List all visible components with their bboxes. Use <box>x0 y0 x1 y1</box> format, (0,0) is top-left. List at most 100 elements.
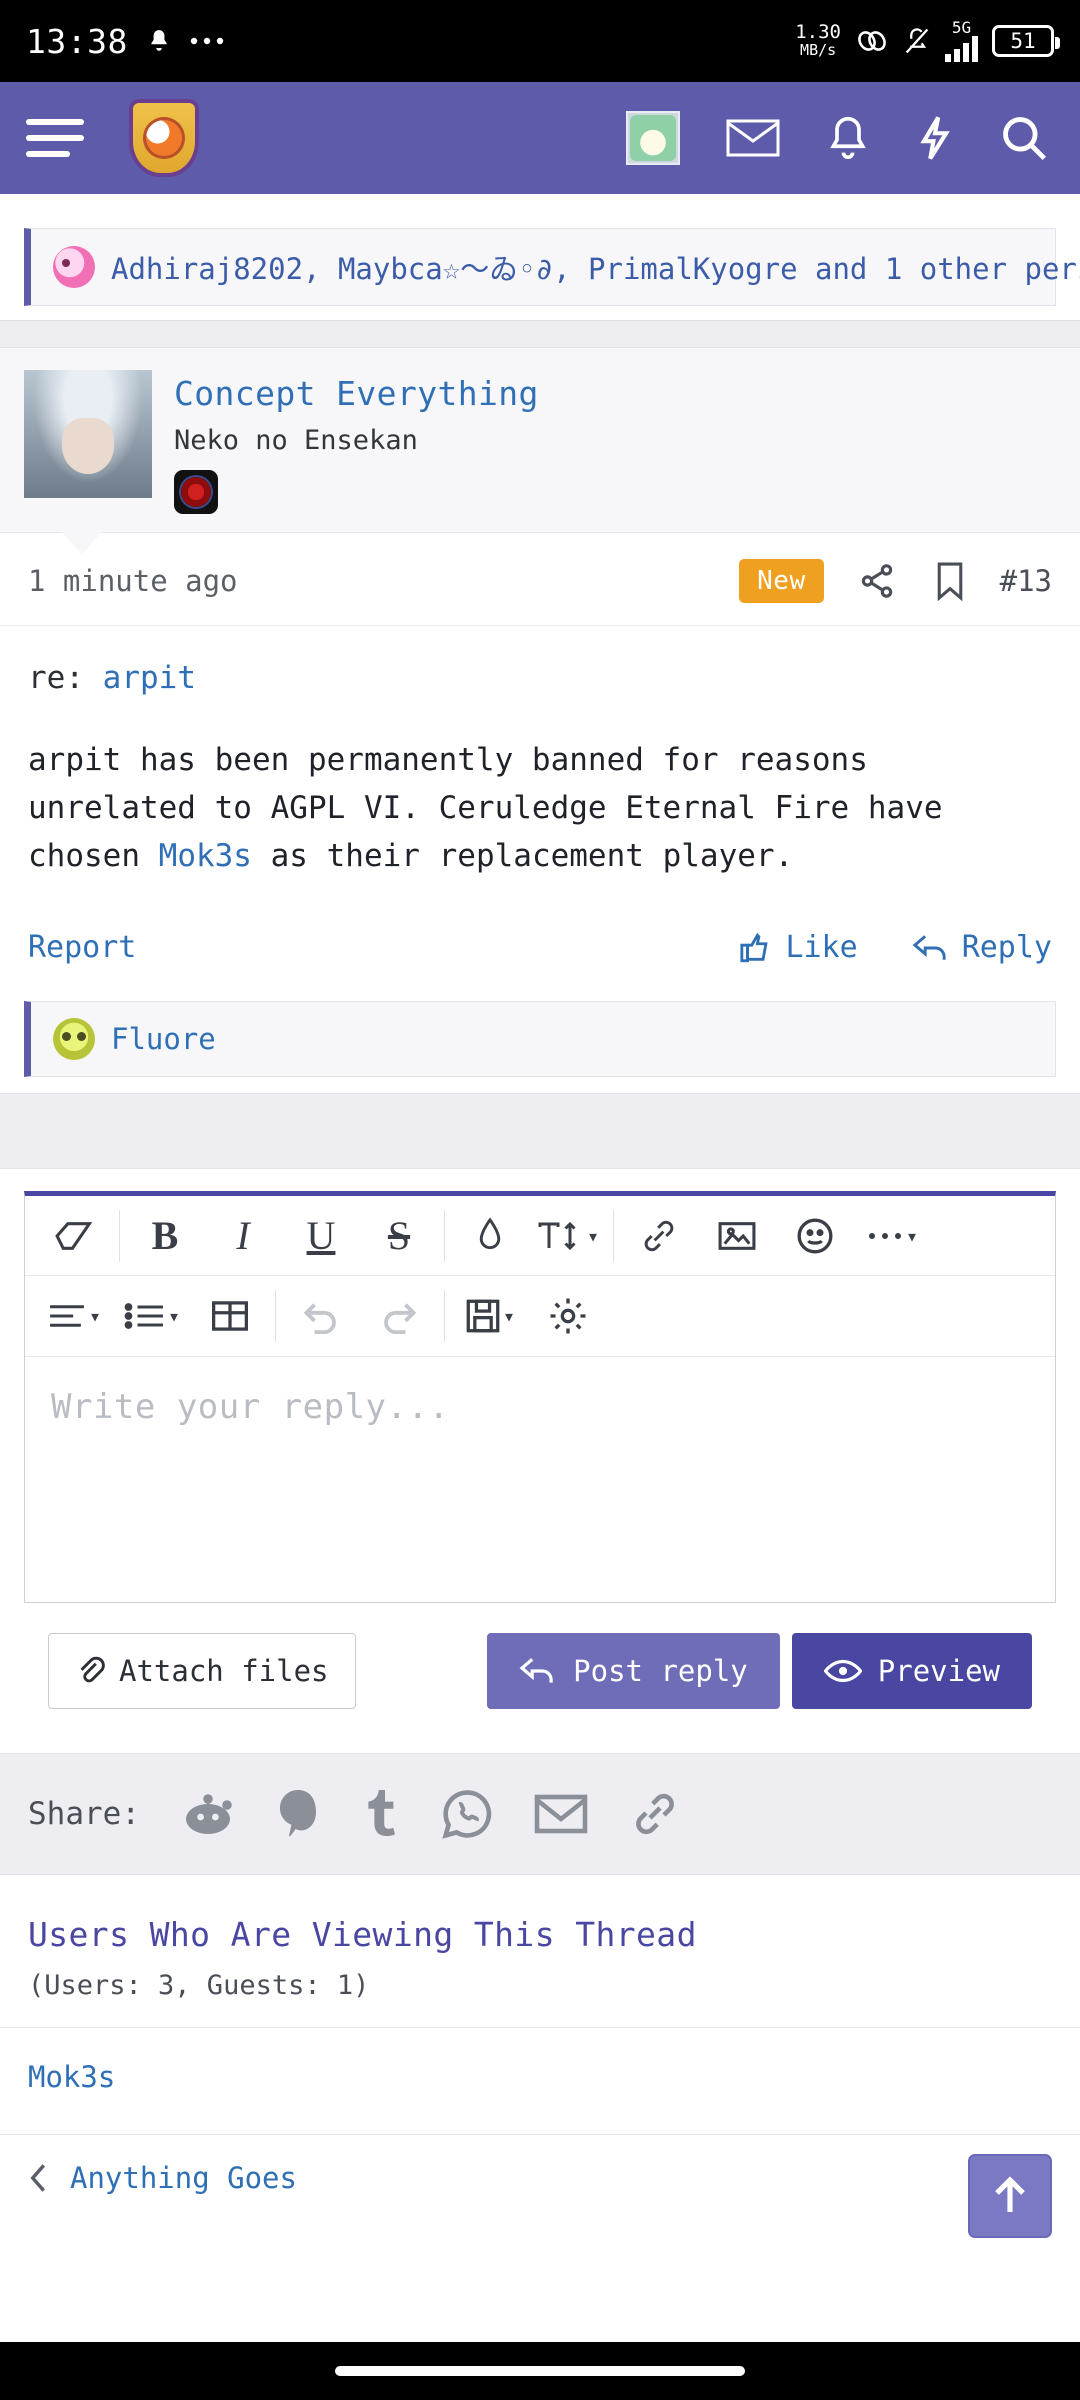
copy-link-icon[interactable] <box>630 1792 680 1836</box>
bookmark-icon[interactable] <box>934 561 966 601</box>
network-speed: 1.30 MB/s <box>795 21 841 60</box>
post-actions-row: Report Like Reply <box>0 886 1080 989</box>
attach-files-label: Attach files <box>119 1654 329 1689</box>
post-author-name[interactable]: Concept Everything <box>174 374 539 413</box>
pinterest-share-icon[interactable] <box>276 1788 320 1840</box>
quoted-username-link[interactable]: arpit <box>103 660 196 696</box>
reply-textarea[interactable]: Write your reply... <box>25 1356 1055 1602</box>
insert-image-icon[interactable] <box>698 1201 776 1271</box>
status-badge: New <box>739 559 824 603</box>
app-header <box>0 82 1080 194</box>
draft-icon[interactable]: ▾ <box>451 1281 529 1351</box>
editor-toolbar-row-2: ▾ ▾ ▾ <box>25 1276 1055 1356</box>
post-reply-label: Post reply <box>573 1654 748 1689</box>
reply-arrow-icon <box>519 1655 557 1687</box>
text-align-icon[interactable]: ▾ <box>35 1281 113 1351</box>
italic-button[interactable]: I <box>204 1201 282 1271</box>
whatsapp-share-icon[interactable] <box>442 1789 492 1839</box>
post-meta-row: 1 minute ago New #13 <box>0 533 1080 626</box>
viewers-title: Users Who Are Viewing This Thread <box>28 1915 697 1955</box>
like-button[interactable]: Like <box>739 930 858 966</box>
more-options-icon[interactable]: ▾ <box>854 1201 932 1271</box>
insert-emoji-icon[interactable] <box>776 1201 854 1271</box>
attach-files-button[interactable]: Attach files <box>48 1633 356 1710</box>
remove-formatting-icon[interactable] <box>35 1201 113 1271</box>
reply-button[interactable]: Reply <box>912 930 1052 965</box>
network-type: 5G <box>945 20 978 62</box>
user-avatar-icon[interactable] <box>626 111 680 165</box>
post-likes-bar[interactable]: Adhiraj8202, Maybca☆～ゐ◦∂, PrimalKyogre a… <box>24 228 1080 306</box>
underline-button[interactable]: U <box>282 1201 360 1271</box>
tumblr-share-icon[interactable] <box>362 1788 400 1840</box>
link-icon <box>855 27 889 55</box>
insert-link-icon[interactable] <box>620 1201 698 1271</box>
breadcrumb: Anything Goes <box>0 2134 1080 2225</box>
reddit-share-icon[interactable] <box>182 1791 234 1837</box>
text-color-icon[interactable] <box>451 1201 529 1271</box>
thumbs-up-icon <box>739 931 773 965</box>
viewers-count: (Users: 3, Guests: 1) <box>28 1970 370 2002</box>
hamburger-menu-icon[interactable] <box>26 119 84 157</box>
post-author-avatar[interactable] <box>24 370 152 498</box>
share-nodes-icon[interactable] <box>858 562 896 600</box>
reply-placeholder: Write your reply... <box>51 1387 450 1428</box>
post-message: arpit has been permanently banned for re… <box>28 736 1052 880</box>
undo-icon[interactable] <box>282 1281 360 1351</box>
section-divider <box>0 1093 1080 1170</box>
viewers-header: Users Who Are Viewing This Thread (Users… <box>0 1875 1080 2029</box>
breadcrumb-forum-link[interactable]: Anything Goes <box>70 2161 297 2195</box>
post-reply-button[interactable]: Post reply <box>487 1633 780 1710</box>
quote-prefix: re: <box>28 660 84 696</box>
strikethrough-button[interactable]: S <box>360 1201 438 1271</box>
post-reactions-bar[interactable]: Fluore <box>24 1001 1056 1078</box>
arrow-up-icon <box>990 2174 1030 2218</box>
site-logo-shield-icon[interactable] <box>122 96 206 180</box>
reply-editor: B I U S ▾ ▾ ▾ ▾ ▾ Write your reply... <box>24 1191 1056 1604</box>
post-author-title: Neko no Ensekan <box>174 425 418 456</box>
speech-notch <box>62 532 102 554</box>
reaction-avatar-icon <box>53 1018 95 1061</box>
preview-label: Preview <box>877 1654 1000 1689</box>
signal-bars-icon <box>945 36 978 62</box>
scroll-to-top-button[interactable] <box>968 2154 1052 2238</box>
list-icon[interactable]: ▾ <box>113 1281 191 1351</box>
thread-content: Adhiraj8202, Maybca☆～ゐ◦∂, PrimalKyogre a… <box>0 194 1080 2226</box>
redo-icon[interactable] <box>360 1281 438 1351</box>
bell-icon <box>146 27 172 55</box>
post-message-part2: as their replacement player. <box>251 838 794 875</box>
chevron-left-icon[interactable] <box>28 2162 50 2194</box>
reactor-avatar-icon <box>53 246 95 288</box>
lightning-bolt-icon[interactable] <box>916 113 954 163</box>
editor-toolbar-row-1: B I U S ▾ ▾ <box>25 1196 1055 1277</box>
editor-settings-icon[interactable] <box>529 1281 607 1351</box>
likes-text[interactable]: Adhiraj8202, Maybca☆～ゐ◦∂, PrimalKyogre a… <box>111 246 1080 288</box>
clipped-previous-post <box>0 194 1080 216</box>
like-label: Like <box>785 930 858 966</box>
email-share-icon[interactable] <box>534 1793 588 1835</box>
search-icon[interactable] <box>1000 114 1048 162</box>
report-button[interactable]: Report <box>28 930 136 965</box>
post-timestamp[interactable]: 1 minute ago <box>28 564 238 598</box>
status-time: 13:38 <box>26 21 128 61</box>
reply-editor-wrapper: B I U S ▾ ▾ ▾ ▾ ▾ Write your reply... At… <box>0 1169 1080 1742</box>
reaction-username[interactable]: Fluore <box>111 1022 216 1056</box>
preview-button[interactable]: Preview <box>791 1633 1032 1710</box>
insert-table-icon[interactable] <box>191 1281 269 1351</box>
post-body: re: arpit arpit has been permanently ban… <box>0 626 1080 886</box>
home-gesture-pill[interactable] <box>335 2366 745 2376</box>
bell-icon[interactable] <box>826 114 870 162</box>
editor-footer: Attach files Post reply Preview <box>24 1603 1056 1741</box>
sharingan-badge-icon <box>174 470 218 514</box>
font-size-icon[interactable]: ▾ <box>529 1201 607 1271</box>
more-dots-icon <box>190 36 224 46</box>
mentioned-user-link[interactable]: Mok3s <box>159 838 252 874</box>
section-divider <box>0 320 1080 348</box>
bell-muted-icon <box>903 26 931 56</box>
post-number[interactable]: #13 <box>1000 564 1052 598</box>
viewer-username[interactable]: Mok3s <box>0 2028 1080 2134</box>
bold-button[interactable]: B <box>126 1201 204 1271</box>
post-author-header: Concept Everything Neko no Ensekan <box>0 348 1080 554</box>
reply-label: Reply <box>961 930 1052 966</box>
envelope-icon[interactable] <box>726 118 780 158</box>
system-navigation-bar <box>0 2342 1080 2400</box>
